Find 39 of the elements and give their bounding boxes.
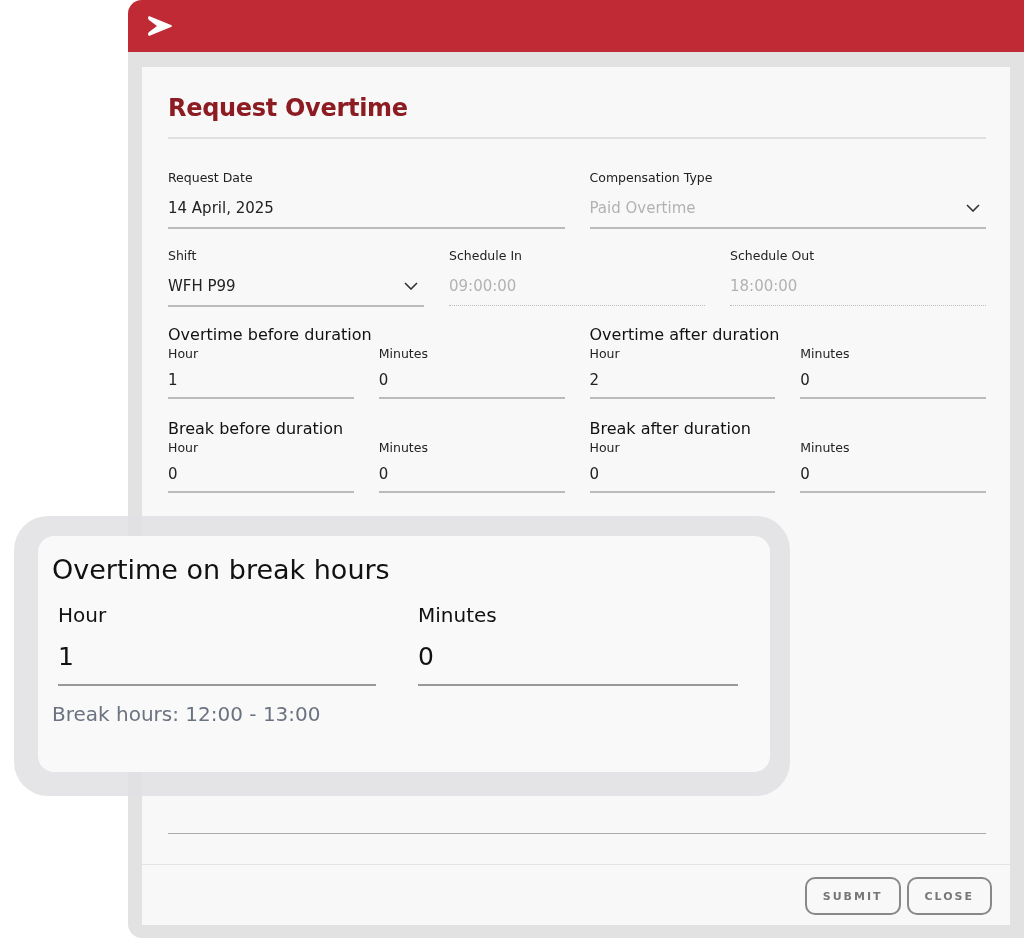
field-label: Minutes: [378, 439, 429, 457]
field-label: Hour: [168, 345, 200, 363]
input-field[interactable]: 0: [378, 363, 565, 399]
field-label: Minutes: [418, 602, 498, 628]
input-field[interactable]: 0: [418, 628, 738, 686]
field-label: Schedule In: [449, 247, 524, 265]
field-label: Hour: [589, 345, 621, 363]
chevron-down-icon: [966, 204, 980, 212]
close-button[interactable]: CLOSE: [906, 877, 992, 915]
field-label: Minutes: [800, 345, 851, 363]
field-label: Request Date: [168, 169, 254, 187]
input-field[interactable]: 0: [168, 457, 354, 493]
input-field[interactable]: 1: [168, 363, 354, 399]
field-label: Schedule Out: [730, 247, 816, 265]
field-label: Hour: [589, 439, 621, 457]
field-label: Compensation Type: [589, 169, 714, 187]
group-title: Break after duration: [589, 419, 752, 439]
chevron-logo-icon: [146, 13, 174, 39]
input-field[interactable]: 0: [800, 363, 986, 399]
select-field[interactable]: WFH P99: [168, 265, 424, 307]
input-field[interactable]: 14 April, 2025: [168, 187, 565, 229]
input-field[interactable]: 0: [800, 457, 986, 493]
group-title: Overtime before duration: [168, 325, 373, 345]
break-hours-note: Break hours: 12:00 - 13:00: [52, 702, 321, 726]
input-field[interactable]: 0: [378, 457, 565, 493]
group-title: Overtime after duration: [589, 325, 781, 345]
group-title: Break before duration: [168, 419, 345, 439]
submit-button[interactable]: SUBMIT: [804, 877, 901, 915]
callout-title: Overtime on break hours: [52, 553, 390, 587]
input-field[interactable]: 0: [589, 457, 776, 493]
input-field[interactable]: 2: [589, 363, 776, 399]
field-label: Hour: [58, 602, 108, 628]
dialog-title: Request Overtime: [168, 93, 409, 124]
field-label: Hour: [168, 439, 200, 457]
input-field[interactable]: 1: [58, 628, 376, 686]
field-label: Minutes: [800, 439, 851, 457]
chevron-down-icon: [404, 282, 418, 290]
field-label: Minutes: [378, 345, 429, 363]
field-label: Shift: [168, 247, 198, 265]
